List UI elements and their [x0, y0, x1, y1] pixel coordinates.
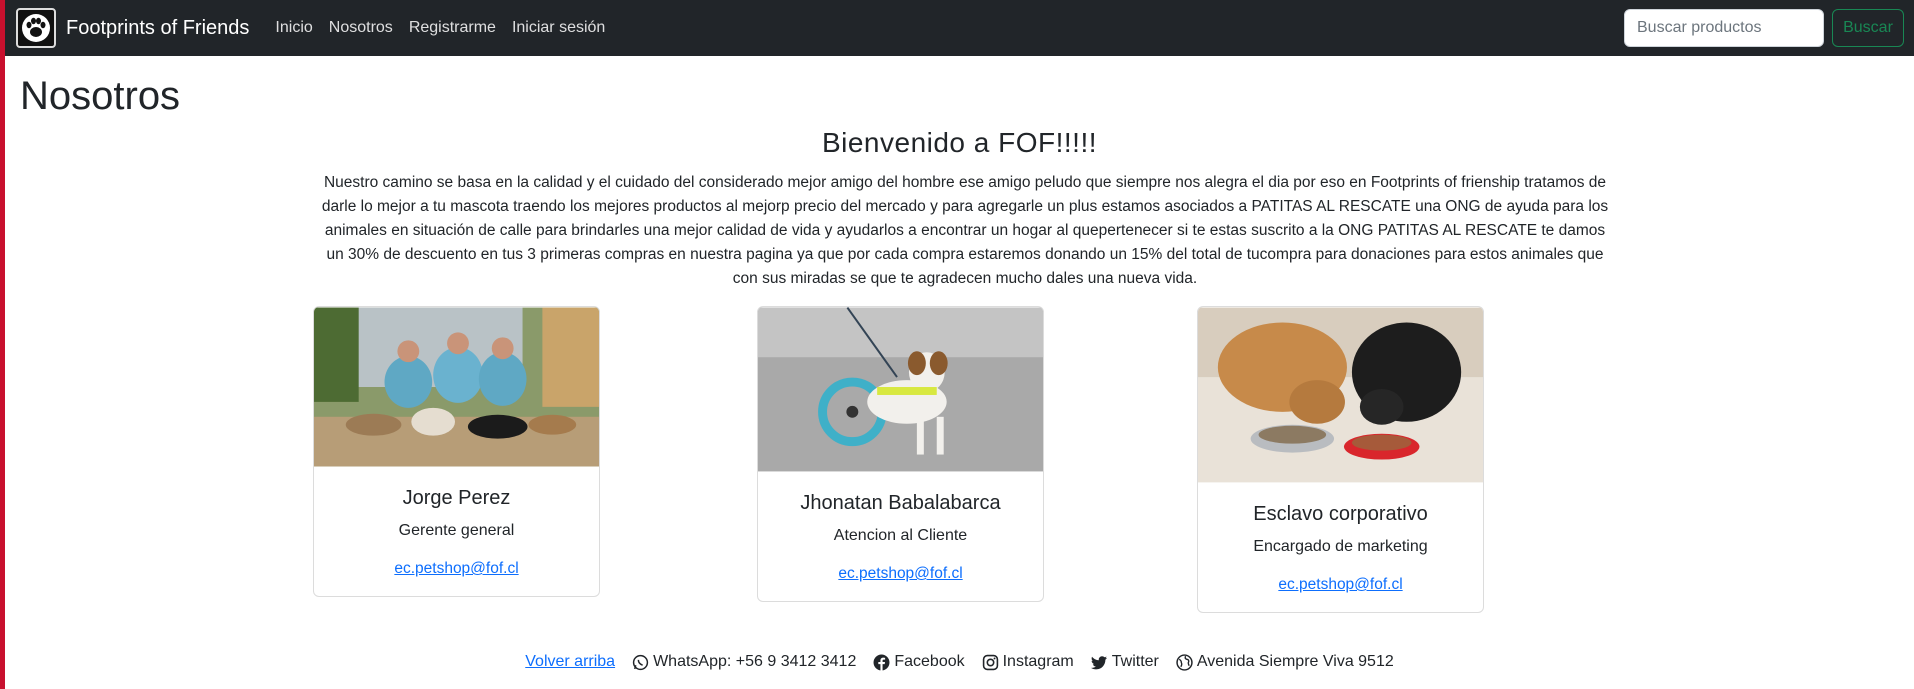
team-card: Jhonatan Babalabarca Atencion al Cliente… [757, 306, 1044, 602]
team-photo-esclavo [1198, 307, 1483, 483]
footer-facebook: Facebook [873, 653, 965, 671]
team-member-role: Gerente general [398, 522, 515, 539]
search-button[interactable]: Buscar [1832, 9, 1904, 47]
search-input[interactable] [1624, 9, 1824, 47]
team-member-role: Encargado de marketing [1253, 538, 1428, 555]
footer-instagram: Instagram [982, 653, 1074, 671]
team-member-email-link[interactable]: ec.petshop@fof.cl [394, 560, 518, 578]
paw-logo-icon[interactable] [16, 8, 56, 48]
facebook-text: Facebook [894, 653, 965, 670]
whatsapp-text: WhatsApp: +56 9 3412 3412 [653, 653, 857, 670]
footer-whatsapp: WhatsApp: +56 9 3412 3412 [632, 653, 856, 671]
team-member-name: Jhonatan Babalabarca [800, 492, 1001, 514]
twitter-text: Twitter [1111, 653, 1159, 670]
team-member-name: Esclavo corporativo [1253, 503, 1428, 525]
top-navbar: Footprints of Friends Inicio Nosotros Re… [5, 0, 1914, 56]
team-member-name: Jorge Perez [402, 487, 511, 509]
nav-link-iniciar-sesion[interactable]: Iniciar sesión [512, 19, 605, 37]
back-to-top-link[interactable]: Volver arriba [525, 653, 615, 671]
team-member-role: Atencion al Cliente [833, 527, 968, 544]
nav-link-inicio[interactable]: Inicio [275, 19, 312, 37]
team-member-email-link[interactable]: ec.petshop@fof.cl [1278, 576, 1402, 594]
nav-link-registrarme[interactable]: Registrarme [409, 19, 496, 37]
team-photo-jorge [314, 307, 599, 467]
footer-address: Avenida Siempre Viva 9512 [1176, 653, 1394, 671]
instagram-icon [982, 654, 998, 670]
search-form: Buscar [1624, 9, 1904, 47]
globe-icon [1176, 653, 1193, 671]
team-card: Jorge Perez Gerente general ec.petshop@f… [313, 306, 600, 597]
intro-paragraph: Nuestro camino se basa en la calidad y e… [321, 174, 1609, 287]
team-card: Esclavo corporativo Encargado de marketi… [1197, 306, 1484, 613]
team-photo-jhonatan [758, 307, 1043, 472]
team-member-email-link[interactable]: ec.petshop@fof.cl [838, 565, 962, 583]
facebook-icon [873, 654, 890, 671]
footer-twitter: Twitter [1090, 653, 1159, 671]
page-title: Nosotros [20, 74, 181, 118]
welcome-heading: Bienvenido a FOF!!!!! [821, 127, 1098, 158]
address-text: Avenida Siempre Viva 9512 [1196, 653, 1394, 670]
instagram-text: Instagram [1002, 653, 1074, 670]
footer: Volver arriba WhatsApp: +56 9 3412 3412 … [5, 653, 1914, 671]
brand-name[interactable]: Footprints of Friends [66, 17, 249, 40]
whatsapp-icon [632, 654, 649, 670]
twitter-icon [1090, 655, 1107, 669]
nav-link-nosotros[interactable]: Nosotros [329, 19, 393, 37]
